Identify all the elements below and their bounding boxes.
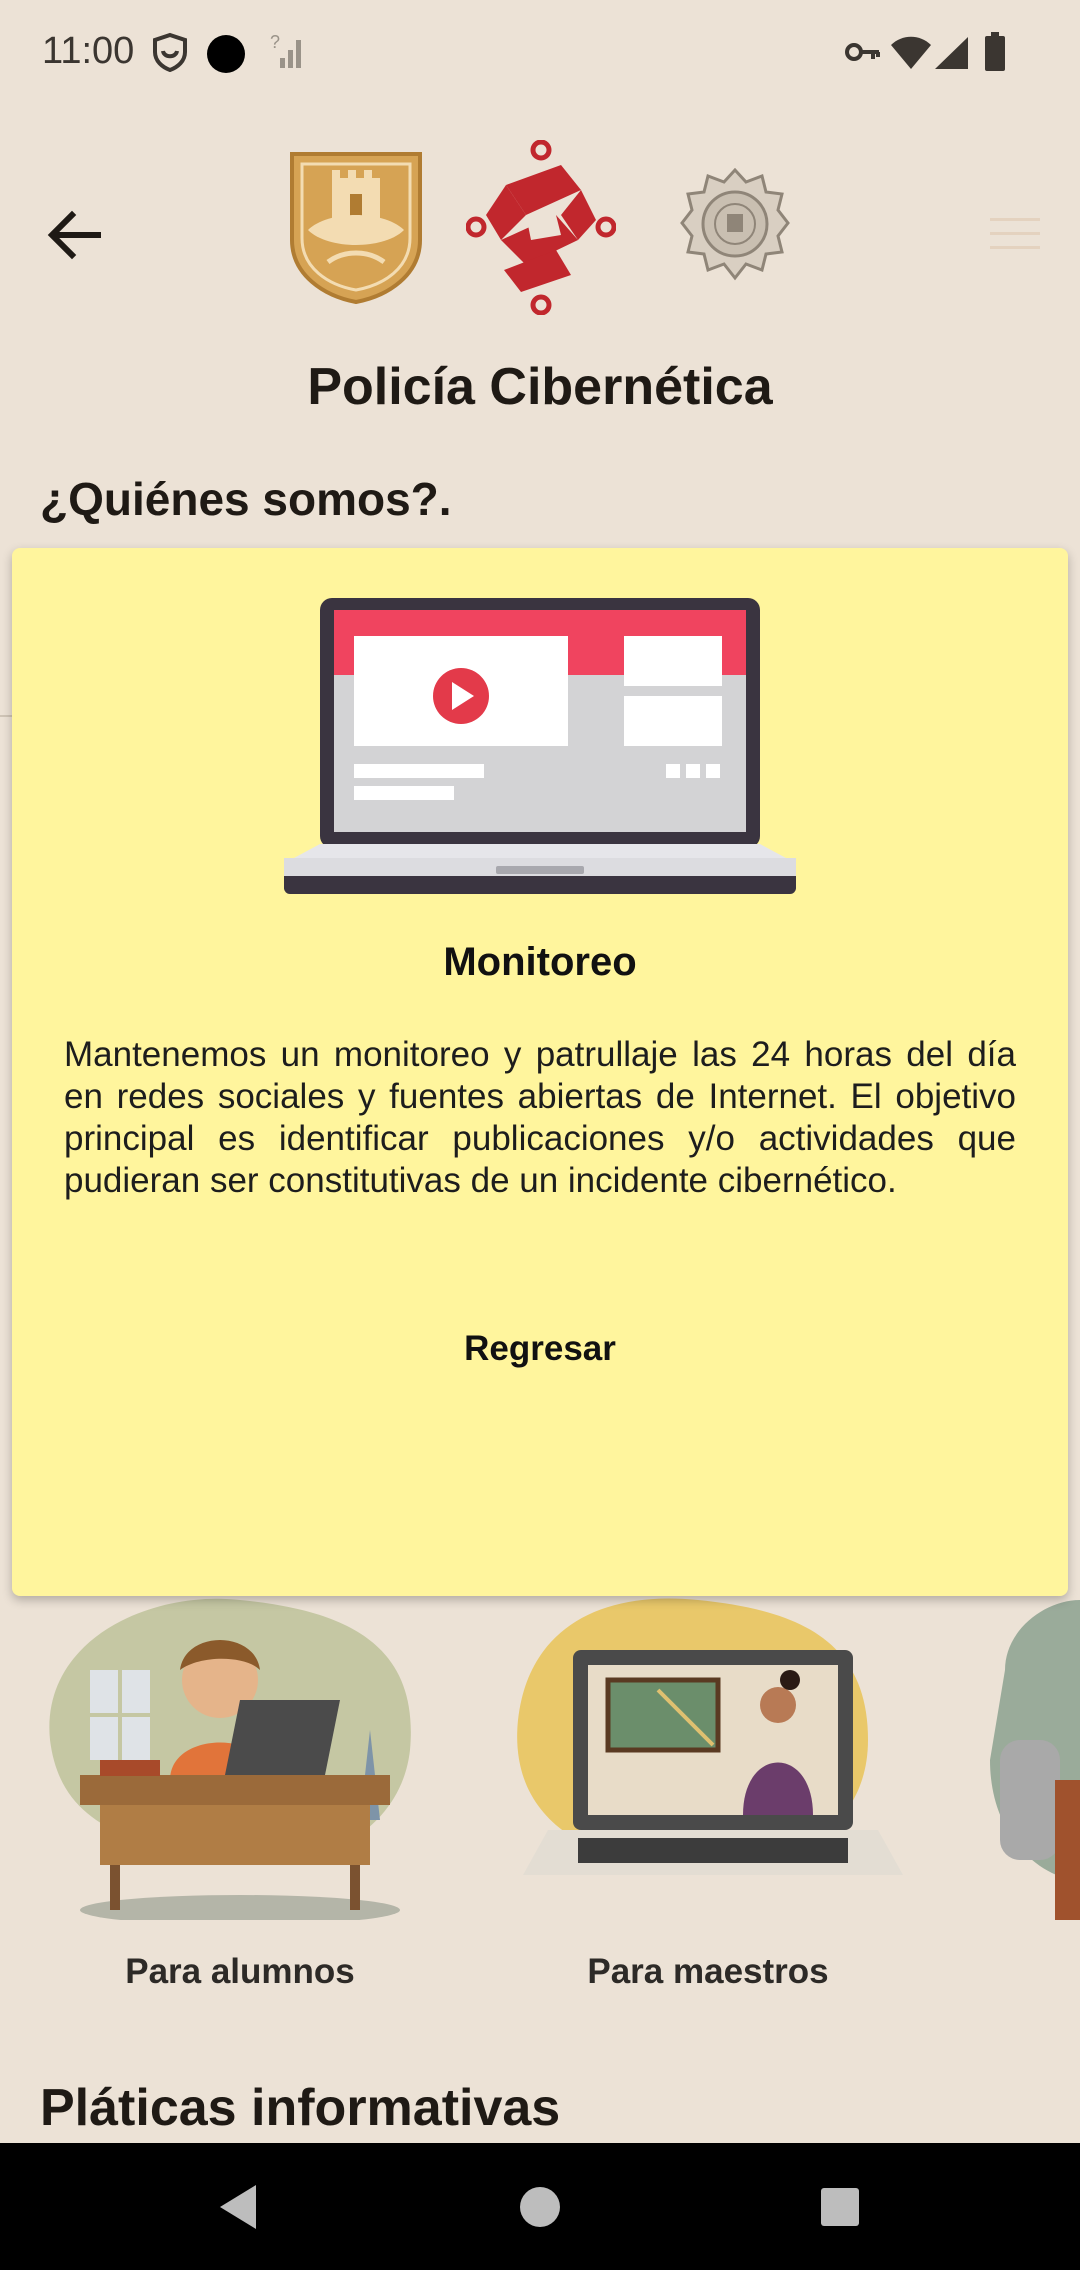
nav-recents-icon[interactable]	[812, 2179, 868, 2235]
partial-card-illustration	[990, 1600, 1080, 1920]
teacher-illustration	[517, 1598, 903, 1875]
page-title: Policía Cibernética	[307, 358, 773, 416]
card-partial-third[interactable]	[985, 1580, 1080, 2050]
dialog-title: Monitoreo	[443, 940, 637, 984]
shield-app-icon	[153, 32, 187, 72]
card-para-maestros[interactable]: Para maestros	[508, 1580, 908, 2050]
card-para-alumnos[interactable]: Para alumnos	[40, 1575, 440, 2050]
wifi-icon	[891, 36, 931, 69]
svg-text:?: ?	[270, 32, 280, 52]
divider	[0, 715, 12, 717]
status-bar: 11:00 ?	[0, 0, 1080, 110]
battery-icon	[985, 32, 1005, 71]
arrow-back-icon[interactable]	[40, 200, 110, 270]
app-bar	[0, 110, 1080, 350]
vpn-key-icon	[845, 43, 880, 61]
info-dialog: Monitoreo Mantenemos un monitoreo y patr…	[12, 548, 1068, 1596]
regresar-button[interactable]: Regresar	[390, 1308, 690, 1388]
nav-back-icon[interactable]	[212, 2179, 268, 2235]
ssc-police-seal-logo	[680, 168, 790, 281]
cdmx-shield-logo	[290, 152, 422, 305]
dialog-body: Mantenemos un monitoreo y patrullaje las…	[64, 1035, 1016, 1200]
cell-signal-icon	[935, 37, 968, 69]
student-illustration	[49, 1575, 411, 1925]
cards-row: Para alumnos Para maestros	[0, 1575, 1080, 2050]
hamburger-menu-icon[interactable]	[985, 210, 1045, 260]
nav-home-icon[interactable]	[512, 2179, 568, 2235]
card-label-maestros: Para maestros	[587, 1952, 829, 1991]
camera-dot-icon	[207, 35, 245, 73]
system-nav-bar	[0, 2143, 1080, 2270]
cdmx-emblem-logo	[466, 140, 616, 315]
card-label-alumnos: Para alumnos	[125, 1952, 355, 1991]
laptop-video-illustration	[284, 598, 796, 894]
section-heading-platicas: Pláticas informativas	[40, 2079, 561, 2137]
status-time: 11:00	[42, 30, 135, 72]
no-signal-icon: ?	[270, 32, 301, 68]
section-heading-quienes: ¿Quiénes somos?.	[40, 473, 452, 525]
